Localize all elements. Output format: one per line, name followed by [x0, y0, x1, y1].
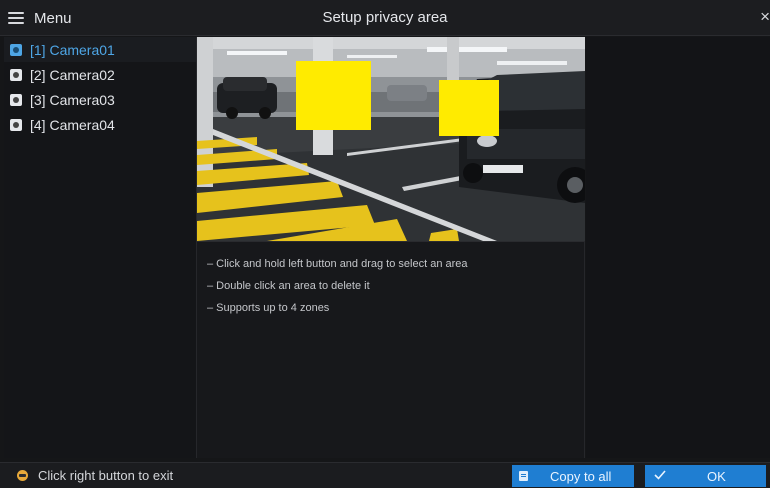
- privacy-zone[interactable]: [439, 80, 499, 136]
- camera-icon: [10, 93, 22, 106]
- exit-hint: Click right button to exit: [17, 468, 173, 483]
- check-icon: [654, 470, 666, 480]
- header-bar: Menu Setup privacy area ×: [0, 0, 770, 36]
- instruction-text: – Supports up to 4 zones: [207, 302, 330, 314]
- exit-hint-text: Click right button to exit: [38, 468, 174, 483]
- copy-icon: [519, 471, 528, 481]
- parking-garage-image: [197, 37, 585, 241]
- camera-icon: [10, 43, 22, 56]
- camera-item-label: [2] Camera02: [30, 66, 115, 83]
- ok-button[interactable]: OK: [645, 465, 766, 487]
- privacy-area-window: Menu Setup privacy area × [1] Camera01 […: [0, 0, 770, 488]
- copy-to-all-button[interactable]: Copy to all: [512, 465, 634, 487]
- camera-icon: [10, 118, 22, 131]
- camera-preview[interactable]: [197, 37, 585, 241]
- instructions-panel: – Click and hold left button and drag to…: [197, 241, 585, 458]
- copy-to-all-label: Copy to all: [550, 469, 612, 484]
- mouse-icon: [17, 470, 28, 481]
- camera-item-4[interactable]: [4] Camera04: [4, 112, 196, 137]
- camera-item-label: [1] Camera01: [30, 41, 115, 58]
- camera-item-2[interactable]: [2] Camera02: [4, 62, 196, 87]
- instruction-text: – Click and hold left button and drag to…: [207, 258, 468, 270]
- camera-item-3[interactable]: [3] Camera03: [4, 87, 196, 112]
- instruction-text: – Double click an area to delete it: [207, 280, 370, 292]
- camera-list: [1] Camera01 [2] Camera02 [3] Camera03 […: [4, 37, 197, 458]
- camera-item-1[interactable]: [1] Camera01: [4, 37, 196, 62]
- ok-label: OK: [707, 469, 726, 484]
- camera-item-label: [3] Camera03: [30, 91, 115, 108]
- close-icon[interactable]: ×: [756, 8, 770, 26]
- page-title: Setup privacy area: [322, 9, 448, 26]
- privacy-zone[interactable]: [296, 61, 371, 130]
- camera-item-label: [4] Camera04: [30, 116, 115, 133]
- camera-icon: [10, 68, 22, 81]
- footer-bar: Click right button to exit Copy to all O…: [0, 462, 770, 488]
- right-panel: [586, 37, 770, 458]
